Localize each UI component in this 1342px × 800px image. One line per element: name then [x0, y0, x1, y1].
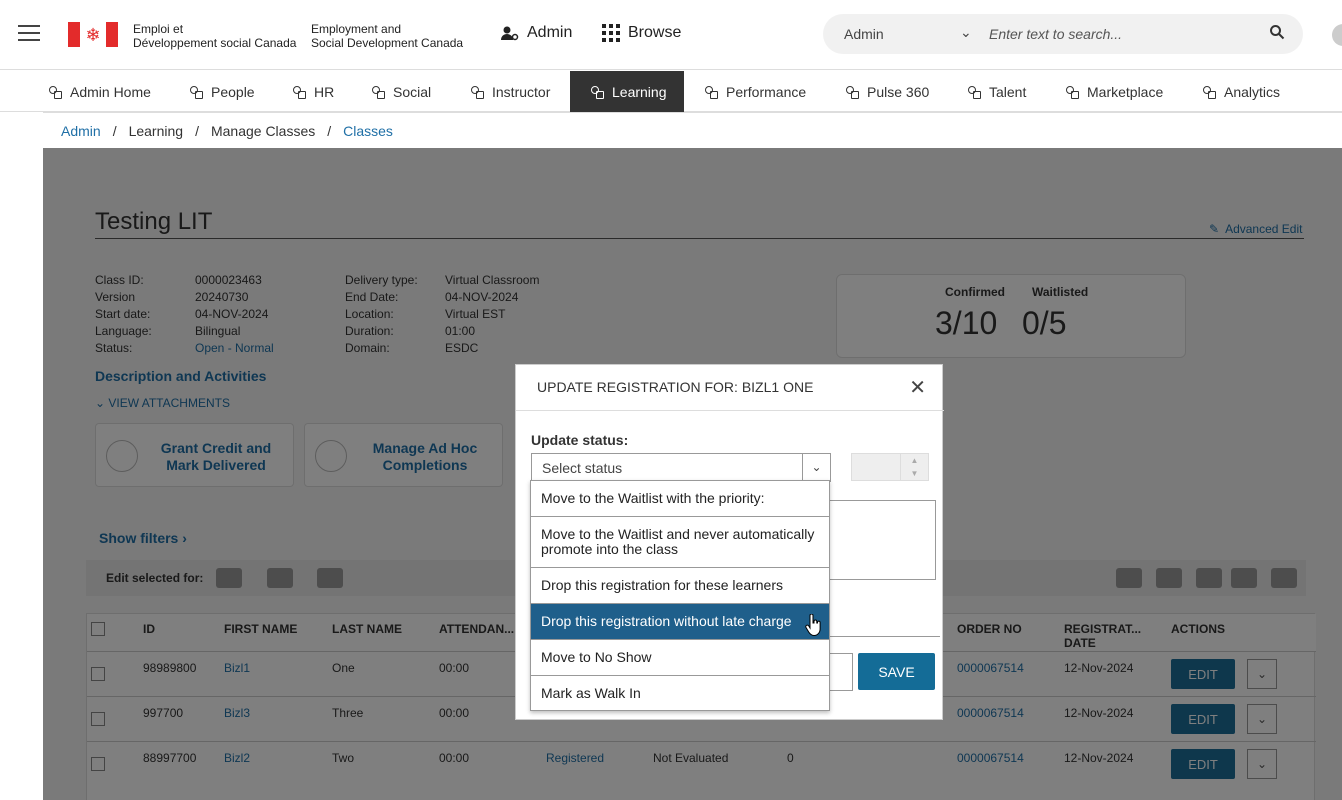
hr-icon [292, 85, 306, 99]
sig-en-line2: Social Development Canada [311, 36, 464, 50]
marketplace-icon [1065, 85, 1079, 99]
nav-label: Social [393, 83, 432, 100]
breadcrumb-separator: / [112, 122, 117, 139]
nav-performance[interactable]: Performance [704, 71, 806, 112]
chevron-down-icon[interactable]: ⌄ [802, 454, 830, 481]
hand-cursor-icon [805, 614, 821, 636]
stepper-up-icon[interactable]: ▲ [901, 454, 928, 467]
pulse-360-icon [845, 85, 859, 99]
comment-textarea[interactable] [830, 500, 936, 580]
instructor-icon [470, 85, 484, 99]
breadcrumb-separator: / [327, 122, 332, 139]
option-drop-no-late-charge[interactable]: Drop this registration without late char… [531, 604, 829, 639]
nav-label: Instructor [492, 83, 551, 100]
nav-pulse-360[interactable]: Pulse 360 [845, 71, 929, 112]
signature-french: Emploi et Développement social Canada [133, 22, 296, 50]
nav-marketplace[interactable]: Marketplace [1065, 71, 1163, 112]
analytics-icon [1202, 85, 1216, 99]
update-status-label: Update status: [531, 432, 629, 448]
option-walk-in[interactable]: Mark as Walk In [531, 676, 829, 710]
nav-social[interactable]: Social [371, 71, 431, 112]
breadcrumb-manage-classes: Manage Classes [210, 122, 316, 139]
nav-label: Marketplace [1087, 83, 1164, 100]
main-navigation: Admin Home People HR Social Instructor L… [0, 71, 1342, 112]
modal-header: UPDATE REGISTRATION FOR: BIZL1 ONE ✕ [516, 365, 944, 411]
sig-fr-line2: Développement social Canada [133, 36, 297, 50]
close-icon[interactable]: ✕ [909, 378, 926, 398]
nav-label: Analytics [1224, 83, 1281, 100]
breadcrumb-classes[interactable]: Classes [343, 123, 393, 139]
option-waitlist-never-promote[interactable]: Move to the Waitlist and never automatic… [531, 517, 829, 567]
breadcrumb-separator: / [195, 122, 199, 139]
option-drop-registration[interactable]: Drop this registration for these learner… [531, 568, 829, 603]
search-bar: Admin ⌄ Enter text to search... [823, 14, 1303, 54]
nav-hr[interactable]: HR [292, 71, 334, 112]
left-gutter [0, 112, 43, 800]
browse-menu-label: Browse [628, 24, 682, 41]
nav-admin-home[interactable]: Admin Home [48, 71, 151, 112]
sig-en-line1: Employment and [311, 22, 402, 36]
nav-label: Talent [989, 83, 1027, 100]
modal-divider [830, 636, 940, 637]
nav-label: Pulse 360 [867, 83, 930, 100]
sig-fr-line1: Emploi et [133, 22, 184, 36]
priority-stepper[interactable]: ▲ ▼ [851, 453, 929, 481]
performance-icon [704, 85, 718, 99]
stepper-down-icon[interactable]: ▼ [901, 467, 928, 480]
search-scope-select[interactable]: Admin [844, 26, 884, 42]
breadcrumb-learning: Learning [128, 122, 184, 139]
top-bar: ❄ Emploi et Développement social Canada … [0, 0, 1342, 70]
browse-menu-button[interactable]: Browse [602, 24, 681, 42]
nav-label: Learning [612, 83, 667, 100]
canada-flag-logo: ❄ [68, 22, 118, 47]
admin-menu-button[interactable]: Admin [501, 24, 572, 42]
breadcrumb-admin[interactable]: Admin [61, 123, 101, 139]
option-no-show[interactable]: Move to No Show [531, 640, 829, 675]
talent-icon [967, 85, 981, 99]
social-icon [371, 85, 385, 99]
nav-people[interactable]: People [189, 71, 255, 112]
hamburger-menu-icon[interactable] [18, 25, 40, 43]
chevron-down-icon[interactable]: ⌄ [960, 24, 972, 41]
admin-user-gear-icon [501, 26, 519, 41]
cancel-button[interactable] [828, 653, 853, 691]
people-icon [189, 85, 203, 99]
nav-label: Admin Home [70, 83, 151, 100]
nav-label: People [211, 83, 255, 100]
search-input[interactable]: Enter text to search... [989, 26, 1122, 42]
nav-label: HR [314, 83, 335, 100]
nav-learning[interactable]: Learning [570, 71, 684, 112]
modal-title: UPDATE REGISTRATION FOR: BIZL1 ONE [537, 379, 814, 395]
avatar[interactable] [1332, 24, 1342, 46]
status-select-value: Select status [542, 460, 623, 476]
learning-icon [590, 85, 604, 99]
grid-icon [602, 24, 620, 42]
nav-label: Performance [726, 83, 807, 100]
nav-analytics[interactable]: Analytics [1202, 71, 1280, 112]
option-waitlist-priority[interactable]: Move to the Waitlist with the priority: [531, 481, 829, 516]
save-button[interactable]: SAVE [858, 653, 935, 690]
status-dropdown-list: Move to the Waitlist with the priority: … [530, 480, 830, 711]
nav-instructor[interactable]: Instructor [470, 71, 550, 112]
status-select[interactable]: Select status ⌄ [531, 453, 831, 482]
nav-talent[interactable]: Talent [967, 71, 1026, 112]
admin-home-icon [48, 85, 62, 99]
signature-english: Employment and Social Development Canada [311, 22, 463, 50]
search-icon[interactable] [1269, 24, 1285, 40]
admin-menu-label: Admin [527, 24, 573, 41]
breadcrumb: Admin / Learning / Manage Classes / Clas… [43, 112, 1342, 148]
